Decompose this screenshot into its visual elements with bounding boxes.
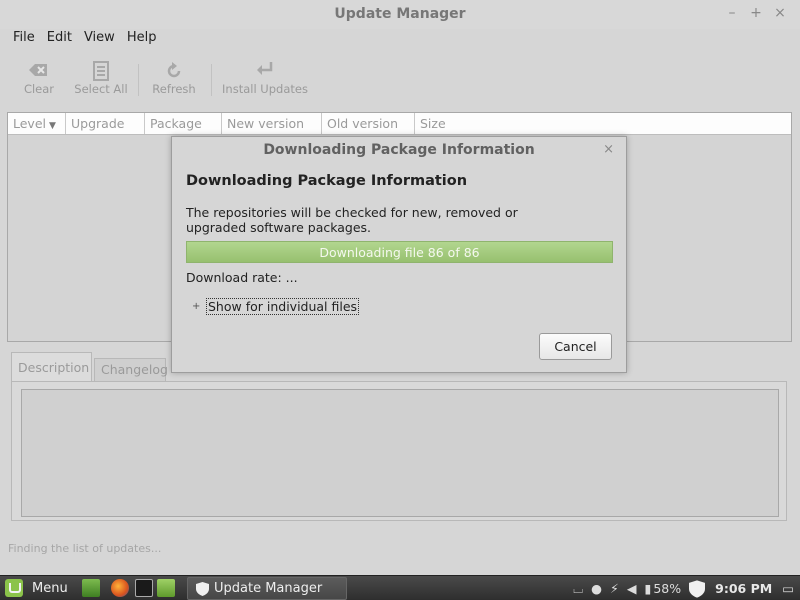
menu-edit[interactable]: Edit bbox=[41, 29, 78, 49]
dialog-message: The repositories will be checked for new… bbox=[186, 205, 518, 235]
show-desktop-icon[interactable] bbox=[82, 579, 100, 597]
mint-logo-icon bbox=[5, 579, 23, 597]
start-menu-label: Menu bbox=[32, 580, 68, 596]
menu-file[interactable]: File bbox=[7, 29, 41, 49]
select-all-icon bbox=[74, 52, 128, 82]
taskbar: Menu Update Manager ⌴ ● ⚡ ◀ ▮ 58% 9:06 P… bbox=[0, 575, 800, 600]
install-updates-label: Install Updates bbox=[222, 82, 308, 96]
clear-button[interactable]: Clear bbox=[19, 52, 59, 104]
start-menu-button[interactable]: Menu bbox=[5, 579, 68, 597]
firefox-icon[interactable] bbox=[111, 579, 129, 597]
clock[interactable]: 9:06 PM bbox=[715, 581, 772, 596]
tray-keyboard-icon[interactable]: ⌴ bbox=[573, 581, 583, 597]
shield-icon bbox=[196, 582, 209, 596]
system-tray: ⌴ ● ⚡ ◀ ▮ 58% 9:06 PM ▭ bbox=[573, 576, 800, 600]
install-updates-button[interactable]: Install Updates bbox=[221, 52, 309, 104]
refresh-icon bbox=[150, 52, 198, 82]
download-progress-bar: Downloading file 86 of 86 bbox=[186, 241, 613, 263]
menu-view[interactable]: View bbox=[78, 29, 121, 49]
terminal-icon[interactable] bbox=[135, 579, 153, 597]
individual-files-expander[interactable]: + Show for individual files bbox=[192, 297, 360, 315]
menubar: File Edit View Help bbox=[0, 29, 800, 49]
dialog-heading: Downloading Package Information bbox=[186, 173, 468, 189]
description-text-area[interactable] bbox=[21, 389, 779, 517]
sort-down-icon: ▼ bbox=[49, 121, 56, 131]
expand-icon: + bbox=[192, 300, 201, 312]
progress-text: Downloading file 86 of 86 bbox=[319, 245, 480, 260]
list-header: Level ▼ Upgrade Package New version Old v… bbox=[8, 113, 791, 135]
battery-icon[interactable]: ▮ bbox=[644, 581, 651, 596]
update-shield-icon[interactable] bbox=[689, 579, 706, 598]
dialog-title: Downloading Package Information bbox=[263, 142, 535, 158]
tray-display-icon[interactable]: ▭ bbox=[782, 581, 794, 596]
refresh-label: Refresh bbox=[152, 82, 196, 96]
dialog-close-button[interactable]: × bbox=[603, 142, 614, 157]
maximize-button[interactable]: + bbox=[750, 5, 762, 21]
cancel-button[interactable]: Cancel bbox=[539, 333, 612, 360]
tray-volume-icon[interactable]: ◀ bbox=[627, 581, 637, 596]
select-all-label: Select All bbox=[74, 82, 128, 96]
close-button[interactable]: × bbox=[774, 5, 786, 21]
tray-network-icon[interactable]: ⚡ bbox=[610, 581, 619, 596]
status-text: Finding the list of updates... bbox=[8, 542, 162, 555]
tab-changelog[interactable]: Changelog bbox=[94, 358, 168, 382]
tray-user-icon[interactable]: ● bbox=[591, 581, 602, 596]
menu-help[interactable]: Help bbox=[121, 29, 163, 49]
window-titlebar[interactable]: Update Manager – + × bbox=[0, 0, 800, 29]
battery-level: 58% bbox=[653, 581, 682, 596]
column-level-label: Level bbox=[13, 116, 46, 131]
minimize-button[interactable]: – bbox=[726, 5, 738, 21]
window-title: Update Manager bbox=[334, 6, 466, 22]
taskbar-task-label: Update Manager bbox=[214, 581, 323, 596]
column-new-version[interactable]: New version bbox=[222, 113, 322, 134]
clear-icon bbox=[19, 52, 59, 82]
folder-icon[interactable] bbox=[157, 579, 175, 597]
refresh-button[interactable]: Refresh bbox=[150, 52, 198, 104]
taskbar-update-manager[interactable]: Update Manager bbox=[187, 577, 347, 600]
install-icon bbox=[221, 52, 309, 82]
toolbar-separator bbox=[138, 64, 139, 96]
download-rate: Download rate: ... bbox=[186, 270, 298, 285]
expander-label: Show for individual files bbox=[206, 297, 360, 315]
description-panel bbox=[11, 381, 787, 521]
column-old-version[interactable]: Old version bbox=[322, 113, 415, 134]
column-package[interactable]: Package bbox=[145, 113, 222, 134]
column-level[interactable]: Level ▼ bbox=[8, 113, 66, 134]
download-dialog: Downloading Package Information × Downlo… bbox=[171, 136, 627, 373]
toolbar-separator bbox=[211, 64, 212, 96]
column-size[interactable]: Size bbox=[415, 113, 791, 134]
select-all-button[interactable]: Select All bbox=[74, 52, 128, 104]
toolbar: Clear Select All Refresh Install Updates bbox=[0, 52, 800, 106]
tab-description[interactable]: Description bbox=[11, 352, 92, 382]
clear-label: Clear bbox=[23, 82, 55, 96]
column-upgrade[interactable]: Upgrade bbox=[66, 113, 145, 134]
